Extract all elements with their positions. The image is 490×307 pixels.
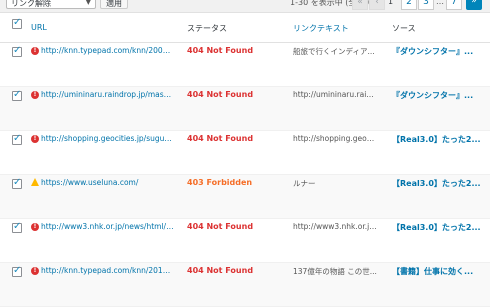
- row-url-link[interactable]: https://www.useluna.com/: [41, 178, 174, 187]
- error-icon: !: [31, 91, 39, 99]
- row-checkbox[interactable]: [12, 221, 22, 233]
- page-last-link[interactable]: 7: [446, 0, 462, 10]
- row-checkbox[interactable]: [12, 133, 22, 145]
- bulk-action-select[interactable]: リンク解除 ▼: [6, 0, 96, 9]
- error-icon: !: [31, 47, 39, 55]
- column-header-source: ソース: [392, 24, 416, 33]
- row-status: 403 Forbidden: [187, 178, 253, 187]
- current-page: 1: [388, 0, 394, 6]
- row-link-text: ルナー: [293, 179, 316, 188]
- row-status: 404 Not Found: [187, 134, 254, 143]
- table-header: URL ステータス リンクテキスト ソース: [0, 13, 490, 43]
- row-source-link[interactable]: 『ダウンシフター』...: [392, 46, 490, 57]
- row-url-link[interactable]: http://umininaru.raindrop.jp/masaruk...: [41, 90, 174, 99]
- bulk-action-value: リンク解除: [11, 0, 51, 8]
- first-page-button: «: [352, 0, 368, 10]
- chevron-down-icon: ▼: [85, 0, 91, 6]
- row-checkbox[interactable]: [12, 89, 22, 101]
- row-source-link[interactable]: 【Real3.0】たった2...: [392, 178, 490, 189]
- row-url-link[interactable]: http://knn.typepad.com/knn/2004/0...: [41, 46, 174, 55]
- error-icon: !: [31, 223, 39, 231]
- row-url-link[interactable]: http://knn.typepad.com/knn/2014/0...: [41, 266, 174, 275]
- table-row: ! http://umininaru.raindrop.jp/masaruk..…: [0, 87, 490, 131]
- row-url-link[interactable]: http://www3.nhk.or.jp/news/html/20...: [41, 222, 174, 231]
- broken-links-table: URL ステータス リンクテキスト ソース ! http://knn.typep…: [0, 12, 490, 307]
- row-source-link[interactable]: 【書籍】仕事に効く...: [392, 266, 490, 277]
- column-header-url[interactable]: URL: [31, 23, 47, 32]
- row-checkbox[interactable]: [12, 177, 22, 189]
- table-toolbar: リンク解除 ▼ 適用 1-30 を表示中 (全 202) « ‹ 1 2 3 ……: [0, 0, 490, 12]
- table-row: https://www.useluna.com/ 403 Forbidden ル…: [0, 175, 490, 219]
- column-header-status: ステータス: [187, 24, 227, 33]
- row-source-link[interactable]: 【Real3.0】たった2...: [392, 134, 490, 145]
- pagination-ellipsis: …: [436, 0, 444, 6]
- previous-page-button: ‹: [369, 0, 385, 10]
- table-row: ! http://shopping.geocities.jp/sugutuku/…: [0, 131, 490, 175]
- row-status: 404 Not Found: [187, 222, 254, 231]
- row-status: 404 Not Found: [187, 266, 254, 275]
- row-status: 404 Not Found: [187, 90, 254, 99]
- row-link-text: 137億年の物語 この世...: [293, 267, 377, 276]
- error-icon: !: [31, 135, 39, 143]
- column-header-link-text[interactable]: リンクテキスト: [293, 23, 349, 34]
- row-checkbox[interactable]: [12, 265, 22, 277]
- apply-button[interactable]: 適用: [100, 0, 128, 9]
- page-3-link[interactable]: 3: [418, 0, 434, 10]
- row-source-link[interactable]: 【Real3.0】たった2...: [392, 222, 490, 233]
- row-source-link[interactable]: 『ダウンシフター』...: [392, 90, 490, 101]
- next-page-button[interactable]: »: [466, 0, 482, 10]
- row-status: 404 Not Found: [187, 46, 254, 55]
- select-all-checkbox[interactable]: [12, 17, 22, 29]
- error-icon: !: [31, 267, 39, 275]
- row-url-link[interactable]: http://shopping.geocities.jp/sugutuku/: [41, 134, 174, 143]
- warning-icon: [31, 178, 39, 186]
- table-row: ! http://www3.nhk.or.jp/news/html/20... …: [0, 219, 490, 263]
- row-link-text: 船旅で行くインディア...: [293, 47, 375, 56]
- page-2-link[interactable]: 2: [401, 0, 417, 10]
- row-link-text: http://www3.nhk.or.jp...: [293, 222, 378, 231]
- table-row: ! http://knn.typepad.com/knn/2014/0... 4…: [0, 263, 490, 307]
- row-link-text: http://umininaru.raind...: [293, 90, 378, 99]
- row-link-text: http://shopping.geocit...: [293, 134, 378, 143]
- table-row: ! http://knn.typepad.com/knn/2004/0... 4…: [0, 43, 490, 87]
- row-checkbox[interactable]: [12, 45, 22, 57]
